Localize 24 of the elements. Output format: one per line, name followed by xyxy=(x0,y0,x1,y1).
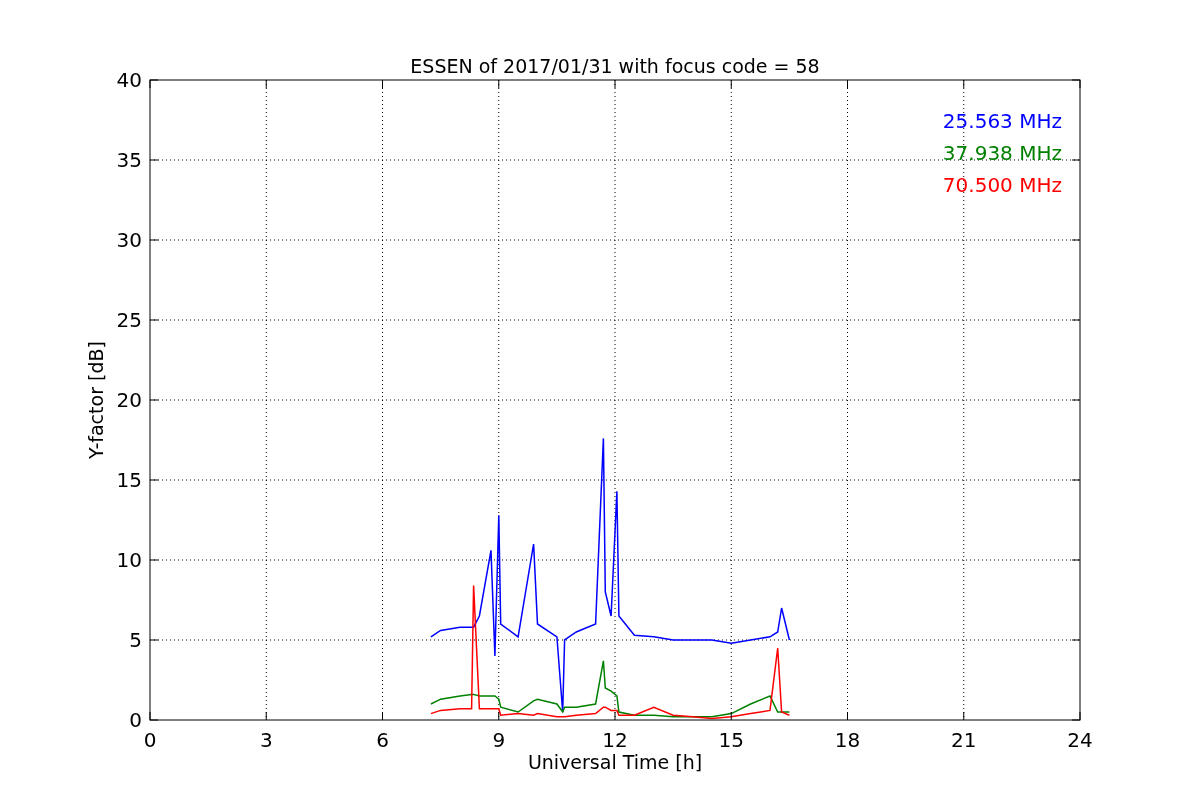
tick-label: 24 xyxy=(1067,728,1093,752)
tick-label: 35 xyxy=(116,148,142,172)
tick-label: 12 xyxy=(602,728,628,752)
tick-label: 21 xyxy=(951,728,977,752)
tick-label: 25 xyxy=(116,308,142,332)
tick-label: 6 xyxy=(376,728,389,752)
tick-label: 15 xyxy=(116,468,142,492)
tick-label: 3 xyxy=(259,728,273,752)
legend-label: 25.563 MHz xyxy=(942,109,1062,133)
tick-label: 30 xyxy=(116,228,142,252)
tick-label: 20 xyxy=(116,388,142,412)
tick-label: 5 xyxy=(129,628,142,652)
tick-label: 0 xyxy=(143,728,157,752)
tick-label: 40 xyxy=(116,68,142,92)
tick-label: 18 xyxy=(834,728,861,752)
axis-label: Universal Time [h] xyxy=(527,751,703,773)
legend-label: 37.938 MHz xyxy=(942,141,1062,165)
tick-label: 9 xyxy=(492,728,506,752)
tick-label: 0 xyxy=(129,708,142,732)
tick-label: 15 xyxy=(718,728,744,752)
tick-label: 10 xyxy=(116,548,142,572)
axis-label: Y-factor [dB] xyxy=(85,341,107,459)
chart-title: ESSEN of 2017/01/31 with focus code = 58 xyxy=(410,55,820,77)
legend-label: 70.500 MHz xyxy=(942,173,1062,197)
